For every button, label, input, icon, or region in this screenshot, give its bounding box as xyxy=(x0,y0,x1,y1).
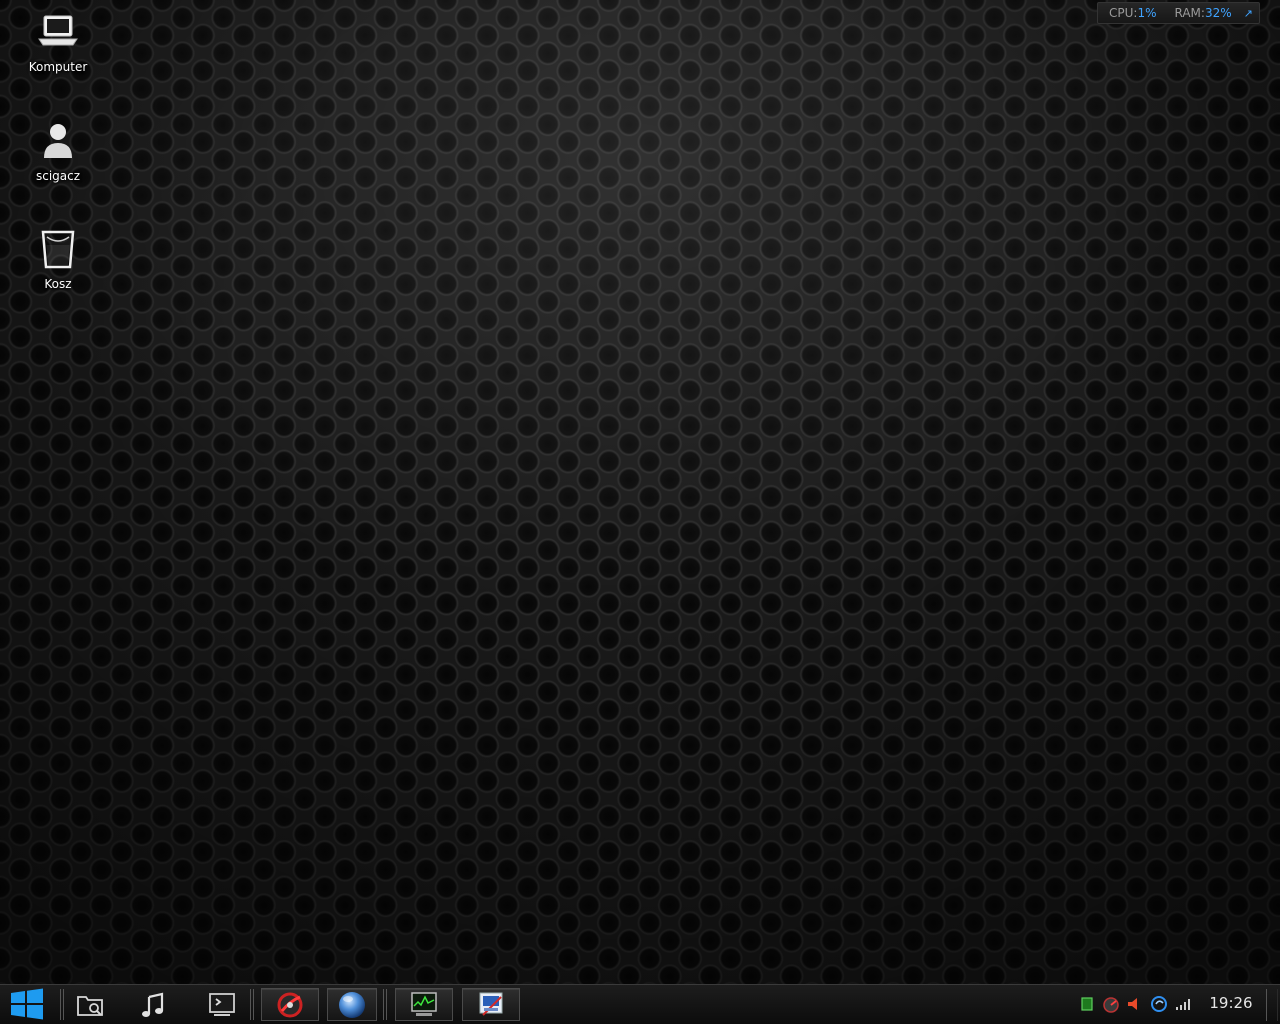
quicklaunch-terminal[interactable] xyxy=(205,988,239,1021)
tray-network[interactable] xyxy=(1174,995,1192,1013)
desktop-icon-label: scigacz xyxy=(35,169,81,183)
trash-icon xyxy=(41,230,75,269)
taskbar-separator xyxy=(383,989,387,1020)
user-icon xyxy=(44,124,72,158)
desktop-background[interactable] xyxy=(0,0,1280,984)
desktop-icon-user[interactable]: scigacz xyxy=(13,121,103,183)
expand-arrow-icon[interactable]: ↗ xyxy=(1244,7,1253,20)
start-button[interactable] xyxy=(8,987,46,1021)
desktop-icon-label: Kosz xyxy=(44,277,72,291)
ram-value: 32% xyxy=(1204,6,1232,20)
task-web-browser[interactable] xyxy=(327,988,377,1021)
task-screenshot-tool[interactable] xyxy=(462,988,520,1021)
globe-browser-icon xyxy=(339,991,365,1018)
cpu-value: 1% xyxy=(1137,6,1157,20)
quicklaunch-file-manager[interactable] xyxy=(72,988,108,1021)
system-monitor-widget[interactable]: CPU: 1% RAM: 32% ↗ xyxy=(1097,2,1260,24)
screenshot-tool-icon xyxy=(479,992,503,1016)
task-system-monitor[interactable] xyxy=(395,988,453,1021)
windows-logo-icon xyxy=(11,988,43,1020)
file-manager-icon xyxy=(77,995,103,1016)
tray-volume[interactable] xyxy=(1125,995,1143,1013)
ram-label: RAM: xyxy=(1174,6,1205,20)
taskbar-separator xyxy=(250,989,254,1020)
quicklaunch-music[interactable] xyxy=(138,988,170,1021)
task-media-player[interactable] xyxy=(261,988,319,1021)
taskbar-separator xyxy=(60,989,64,1020)
media-player-red-icon xyxy=(277,992,303,1017)
desktop-icon-komputer[interactable]: Komputer xyxy=(13,12,103,74)
desktop-icon-kosz[interactable]: Kosz xyxy=(13,229,103,291)
laptop-icon xyxy=(38,15,78,46)
taskbar: 19:26 xyxy=(0,984,1280,1024)
desktop-icon-label: Komputer xyxy=(28,60,88,74)
tray-status-indicator[interactable] xyxy=(1078,995,1096,1013)
tray-speedometer[interactable] xyxy=(1102,995,1120,1013)
show-desktop-button[interactable] xyxy=(1266,989,1278,1021)
taskbar-clock[interactable]: 19:26 xyxy=(1204,994,1258,1014)
network-signal-icon xyxy=(1176,999,1190,1010)
system-monitor-icon xyxy=(411,991,437,1016)
terminal-icon xyxy=(209,992,235,1016)
cpu-label: CPU: xyxy=(1109,6,1138,20)
speedometer-icon xyxy=(1103,997,1119,1013)
volume-muted-icon xyxy=(1128,998,1137,1010)
tray-update[interactable] xyxy=(1150,995,1168,1013)
update-icon xyxy=(1151,996,1167,1012)
music-icon xyxy=(142,992,164,1017)
green-square-icon xyxy=(1081,997,1093,1011)
